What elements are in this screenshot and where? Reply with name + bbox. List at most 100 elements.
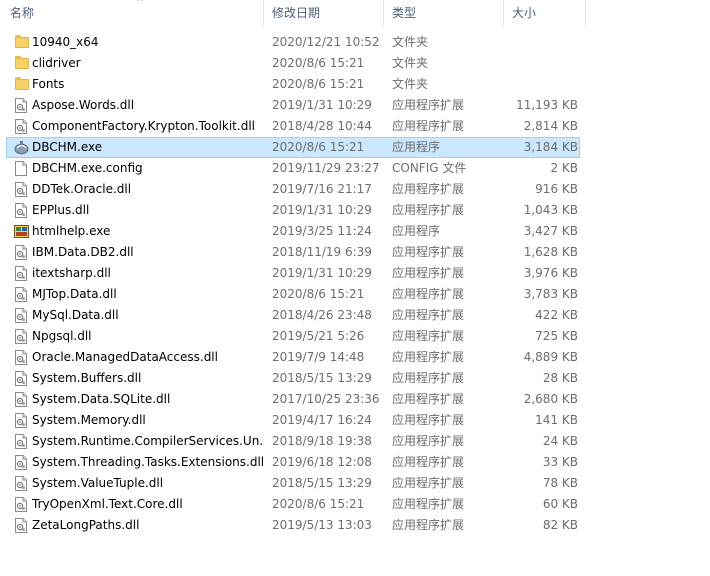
file-size: 60 KB — [542, 497, 578, 511]
file-type: 应用程序扩展 — [392, 308, 465, 322]
file-type: 文件夹 — [392, 35, 429, 49]
folder-icon — [15, 35, 29, 48]
dll-icon — [14, 119, 28, 134]
htmlhelp-app-icon — [14, 224, 29, 239]
list-item[interactable]: DBCHM.exe.config 2019/11/29 23:27 CONFIG 文… — [6, 158, 580, 179]
list-item[interactable]: System.ValueTuple.dll 2018/5/15 13:29 应用程序… — [6, 473, 580, 494]
file-date-modified: 2019/1/31 10:29 — [272, 203, 372, 217]
file-name: System.Memory.dll — [32, 413, 146, 427]
file-size: 2,680 KB — [523, 392, 578, 406]
list-item[interactable]: MySql.Data.dll 2018/4/26 23:48 应用程序扩展 422 K… — [6, 305, 580, 326]
file-date-modified: 2020/8/6 15:21 — [272, 140, 365, 154]
list-item[interactable]: EPPlus.dll 2019/1/31 10:29 应用程序扩展 1,043 KB — [6, 200, 580, 221]
dll-icon — [14, 413, 28, 428]
file-name: Aspose.Words.dll — [32, 98, 135, 112]
list-item[interactable]: System.Memory.dll 2019/4/17 16:24 应用程序扩展 14… — [6, 410, 580, 431]
file-size: 3,976 KB — [523, 266, 578, 280]
file-date-modified: 2018/11/19 6:39 — [272, 245, 372, 259]
list-item[interactable]: itextsharp.dll 2019/1/31 10:29 应用程序扩展 3,976… — [6, 263, 580, 284]
dll-icon — [14, 476, 28, 491]
file-type: 应用程序 — [392, 140, 441, 154]
file-name: IBM.Data.DB2.dll — [32, 245, 134, 259]
file-size: 3,427 KB — [523, 224, 578, 238]
file-size: 3,184 KB — [523, 140, 578, 154]
file-type: 应用程序扩展 — [392, 518, 465, 532]
file-type: 应用程序扩展 — [392, 119, 465, 133]
file-type: 应用程序扩展 — [392, 203, 465, 217]
file-name: Npgsql.dll — [32, 329, 92, 343]
column-header-name[interactable]: 名称 ^ — [6, 0, 264, 26]
list-item[interactable]: TryOpenXml.Text.Core.dll 2020/8/6 15:21 应用… — [6, 494, 580, 515]
list-item[interactable]: 10940_x64 2020/12/21 10:52 文件夹 — [6, 32, 580, 53]
list-item[interactable]: System.Data.SQLite.dll 2017/10/25 23:36 应用… — [6, 389, 580, 410]
column-header-type[interactable]: 类型 — [384, 0, 504, 26]
list-item[interactable]: System.Threading.Tasks.Extensions.dll 201… — [6, 452, 580, 473]
file-date-modified: 2019/7/16 21:17 — [272, 182, 372, 196]
list-item[interactable]: Npgsql.dll 2019/5/21 5:26 应用程序扩展 725 KB — [6, 326, 580, 347]
file-name: System.Buffers.dll — [32, 371, 142, 385]
column-header-date[interactable]: 修改日期 — [264, 0, 384, 26]
folder-icon — [15, 56, 29, 69]
file-name: DBCHM.exe — [32, 140, 103, 154]
dll-icon — [14, 266, 28, 281]
list-item[interactable]: IBM.Data.DB2.dll 2018/11/19 6:39 应用程序扩展 1,6… — [6, 242, 580, 263]
file-date-modified: 2019/6/18 12:08 — [272, 455, 372, 469]
list-item-selected[interactable]: DBCHM.exe 2020/8/6 15:21 应用程序 3,184 KB — [6, 137, 580, 158]
file-date-modified: 2019/1/31 10:29 — [272, 98, 372, 112]
list-item[interactable]: htmlhelp.exe 2019/3/25 11:24 应用程序 3,427 KB — [6, 221, 580, 242]
file-name: ZetaLongPaths.dll — [32, 518, 140, 532]
file-date-modified: 2019/3/25 11:24 — [272, 224, 372, 238]
file-size: 916 KB — [535, 182, 578, 196]
dll-icon — [14, 245, 28, 260]
dll-icon — [14, 518, 28, 533]
file-type: 应用程序扩展 — [392, 455, 465, 469]
file-name: 10940_x64 — [32, 35, 99, 49]
list-item[interactable]: ZetaLongPaths.dll 2019/5/13 13:03 应用程序扩展 82… — [6, 515, 580, 536]
file-icon — [14, 161, 28, 176]
file-type: 文件夹 — [392, 56, 429, 70]
file-type: 应用程序扩展 — [392, 413, 465, 427]
column-header-name-label: 名称 — [10, 6, 35, 20]
list-item[interactable]: System.Runtime.CompilerServices.Un... 201… — [6, 431, 580, 452]
file-type: CONFIG 文件 — [392, 161, 467, 175]
file-size: 33 KB — [542, 455, 578, 469]
column-header-size-label: 大小 — [512, 6, 537, 20]
dll-icon — [14, 371, 28, 386]
file-size: 11,193 KB — [516, 98, 578, 112]
column-header-size[interactable]: 大小 — [504, 0, 586, 26]
file-date-modified: 2020/8/6 15:21 — [272, 56, 365, 70]
file-date-modified: 2020/8/6 15:21 — [272, 77, 365, 91]
sort-ascending-icon: ^ — [136, 0, 145, 8]
list-item[interactable]: DDTek.Oracle.dll 2019/7/16 21:17 应用程序扩展 916… — [6, 179, 580, 200]
file-type: 应用程序扩展 — [392, 434, 465, 448]
list-item[interactable]: Aspose.Words.dll 2019/1/31 10:29 应用程序扩展 11,… — [6, 95, 580, 116]
file-type: 应用程序扩展 — [392, 182, 465, 196]
file-name: htmlhelp.exe — [32, 224, 111, 238]
file-name: DDTek.Oracle.dll — [32, 182, 132, 196]
file-type: 应用程序扩展 — [392, 98, 465, 112]
list-item[interactable]: MJTop.Data.dll 2020/8/6 15:21 应用程序扩展 3,783 … — [6, 284, 580, 305]
file-date-modified: 2020/8/6 15:21 — [272, 497, 365, 511]
dll-icon — [14, 434, 28, 449]
file-size: 422 KB — [535, 308, 578, 322]
file-type: 应用程序扩展 — [392, 476, 465, 490]
list-item[interactable]: Oracle.ManagedDataAccess.dll 2019/7/9 14:… — [6, 347, 580, 368]
file-name: clidriver — [32, 56, 81, 70]
dll-icon — [14, 203, 28, 218]
file-type: 应用程序扩展 — [392, 245, 465, 259]
dll-icon — [14, 329, 28, 344]
list-item[interactable]: ComponentFactory.Krypton.Toolkit.dll 2018… — [6, 116, 580, 137]
file-size — [507, 54, 578, 73]
list-item[interactable]: clidriver 2020/8/6 15:21 文件夹 — [6, 53, 580, 74]
file-date-modified: 2020/12/21 10:52 — [272, 35, 380, 49]
list-item[interactable]: Fonts 2020/8/6 15:21 文件夹 — [6, 74, 580, 95]
file-date-modified: 2020/8/6 15:21 — [272, 287, 365, 301]
file-date-modified: 2019/5/21 5:26 — [272, 329, 365, 343]
file-date-modified: 2019/5/13 13:03 — [272, 518, 372, 532]
list-item[interactable]: System.Buffers.dll 2018/5/15 13:29 应用程序扩展 2… — [6, 368, 580, 389]
file-name: System.Runtime.CompilerServices.Un... — [32, 434, 264, 448]
column-header-type-label: 类型 — [392, 6, 417, 20]
file-type: 应用程序扩展 — [392, 287, 465, 301]
file-type: 应用程序扩展 — [392, 266, 465, 280]
dll-icon — [14, 287, 28, 302]
